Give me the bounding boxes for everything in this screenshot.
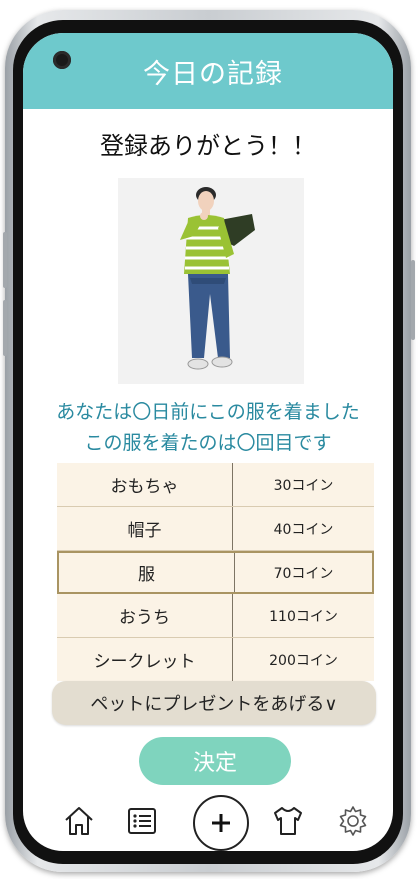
gift-item-price: 30コイン — [273, 477, 334, 494]
gift-item-price: 110コイン — [269, 608, 338, 625]
gift-item-price: 70コイン — [273, 565, 334, 582]
table-row[interactable]: おうち 110コイン — [57, 594, 374, 638]
table-row[interactable]: 帽子 40コイン — [57, 507, 374, 551]
shirt-icon[interactable] — [268, 801, 308, 841]
power-button — [411, 260, 415, 340]
gift-item-name: おもちゃ — [57, 463, 233, 506]
add-record-button[interactable] — [193, 795, 249, 851]
gift-item-name: おうち — [57, 594, 233, 637]
volume-button — [3, 300, 7, 356]
front-camera — [53, 51, 71, 69]
add-icon — [212, 814, 230, 832]
gift-item-name: シークレット — [57, 638, 233, 681]
person-in-striped-sweater-image — [180, 187, 255, 370]
gift-item-price: 40コイン — [273, 521, 334, 538]
table-row-selected[interactable]: 服 70コイン — [57, 551, 374, 594]
app-screen: 今日の記録 登録ありがとう！！ あなたは〇日前にこの服を着ました この服を着たの… — [23, 33, 393, 851]
clothing-photo — [118, 178, 304, 384]
home-icon[interactable] — [59, 801, 99, 841]
give-present-dropdown[interactable]: ペットにプレゼントをあげる∨ — [52, 681, 376, 725]
gift-item-name: 帽子 — [57, 507, 233, 550]
wear-count-info: この服を着たのは〇回目です — [84, 432, 332, 454]
decide-button[interactable]: 決定 — [139, 737, 291, 785]
table-row[interactable]: シークレット 200コイン — [57, 638, 374, 681]
page-title: 今日の記録 — [143, 58, 283, 90]
gift-table: おもちゃ 30コイン 帽子 40コイン 服 70コイン おうち 110コイン シ… — [57, 463, 374, 681]
app-header: 今日の記録 — [23, 33, 393, 109]
thanks-message: 登録ありがとう！！ — [100, 132, 316, 160]
bottom-nav — [23, 793, 393, 851]
table-row[interactable]: おもちゃ 30コイン — [57, 463, 374, 507]
list-icon[interactable] — [122, 801, 162, 841]
last-worn-info: あなたは〇日前にこの服を着ました — [56, 401, 360, 423]
settings-icon[interactable] — [333, 801, 373, 841]
gift-item-name: 服 — [59, 553, 235, 592]
gift-item-price: 200コイン — [269, 652, 338, 669]
volume-button — [3, 232, 7, 288]
